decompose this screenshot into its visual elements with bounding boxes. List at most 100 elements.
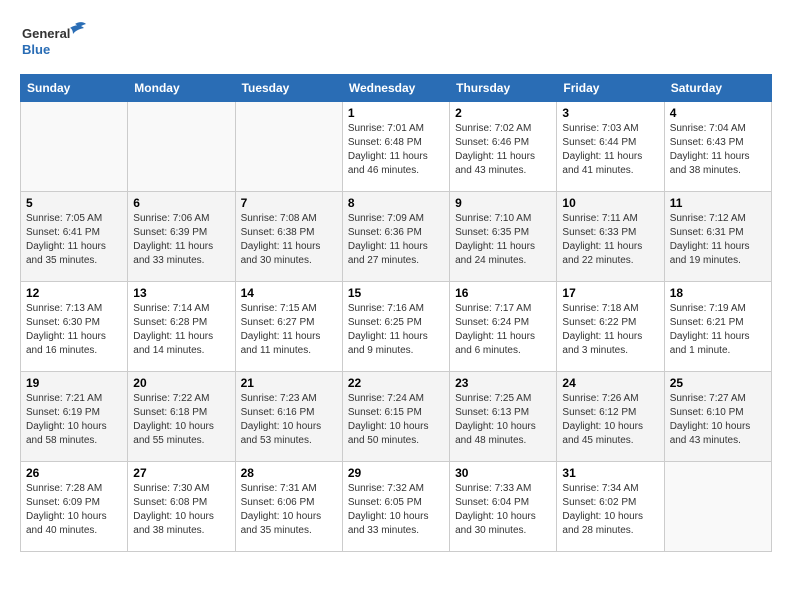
calendar-cell: 29 Sunrise: 7:32 AM Sunset: 6:05 PM Dayli… [342, 462, 449, 552]
day-number: 26 [26, 466, 122, 480]
day-detail: Sunrise: 7:24 AM Sunset: 6:15 PM Dayligh… [348, 392, 444, 448]
day-number: 28 [241, 466, 337, 480]
calendar-cell: 11 Sunrise: 7:12 AM Sunset: 6:31 PM Dayli… [664, 192, 771, 282]
calendar-week-row: 5 Sunrise: 7:05 AM Sunset: 6:41 PM Daylig… [21, 192, 772, 282]
day-number: 24 [562, 376, 658, 390]
day-detail: Sunrise: 7:03 AM Sunset: 6:44 PM Dayligh… [562, 122, 658, 178]
day-number: 12 [26, 286, 122, 300]
day-detail: Sunrise: 7:01 AM Sunset: 6:48 PM Dayligh… [348, 122, 444, 178]
weekday-header-friday: Friday [557, 75, 664, 102]
day-number: 23 [455, 376, 551, 390]
calendar-cell: 6 Sunrise: 7:06 AM Sunset: 6:39 PM Daylig… [128, 192, 235, 282]
day-number: 1 [348, 106, 444, 120]
logo-icon: General Blue [20, 20, 90, 64]
calendar-cell: 10 Sunrise: 7:11 AM Sunset: 6:33 PM Dayli… [557, 192, 664, 282]
calendar-cell: 5 Sunrise: 7:05 AM Sunset: 6:41 PM Daylig… [21, 192, 128, 282]
calendar-cell: 3 Sunrise: 7:03 AM Sunset: 6:44 PM Daylig… [557, 102, 664, 192]
weekday-header-monday: Monday [128, 75, 235, 102]
calendar-week-row: 26 Sunrise: 7:28 AM Sunset: 6:09 PM Dayli… [21, 462, 772, 552]
day-number: 19 [26, 376, 122, 390]
calendar-cell: 25 Sunrise: 7:27 AM Sunset: 6:10 PM Dayli… [664, 372, 771, 462]
day-detail: Sunrise: 7:15 AM Sunset: 6:27 PM Dayligh… [241, 302, 337, 358]
day-detail: Sunrise: 7:11 AM Sunset: 6:33 PM Dayligh… [562, 212, 658, 268]
weekday-header-thursday: Thursday [450, 75, 557, 102]
day-number: 11 [670, 196, 766, 210]
calendar-cell: 18Sunrise: 7:19 AM Sunset: 6:21 PM Dayli… [664, 282, 771, 372]
day-number: 22 [348, 376, 444, 390]
calendar-cell: 12 Sunrise: 7:13 AM Sunset: 6:30 PM Dayli… [21, 282, 128, 372]
day-number: 10 [562, 196, 658, 210]
day-detail: Sunrise: 7:13 AM Sunset: 6:30 PM Dayligh… [26, 302, 122, 358]
day-number: 15 [348, 286, 444, 300]
calendar-cell [21, 102, 128, 192]
day-detail: Sunrise: 7:30 AM Sunset: 6:08 PM Dayligh… [133, 482, 229, 538]
calendar-cell: 1 Sunrise: 7:01 AM Sunset: 6:48 PM Daylig… [342, 102, 449, 192]
calendar-cell [128, 102, 235, 192]
day-number: 3 [562, 106, 658, 120]
calendar-week-row: 1 Sunrise: 7:01 AM Sunset: 6:48 PM Daylig… [21, 102, 772, 192]
day-detail: Sunrise: 7:04 AM Sunset: 6:43 PM Dayligh… [670, 122, 766, 178]
calendar-cell: 17 Sunrise: 7:18 AM Sunset: 6:22 PM Dayli… [557, 282, 664, 372]
day-detail: Sunrise: 7:23 AM Sunset: 6:16 PM Dayligh… [241, 392, 337, 448]
day-detail: Sunrise: 7:27 AM Sunset: 6:10 PM Dayligh… [670, 392, 766, 448]
day-number: 13 [133, 286, 229, 300]
svg-text:General: General [22, 26, 70, 41]
day-detail: Sunrise: 7:06 AM Sunset: 6:39 PM Dayligh… [133, 212, 229, 268]
day-detail: Sunrise: 7:22 AM Sunset: 6:18 PM Dayligh… [133, 392, 229, 448]
weekday-header-sunday: Sunday [21, 75, 128, 102]
day-detail: Sunrise: 7:05 AM Sunset: 6:41 PM Dayligh… [26, 212, 122, 268]
logo: General Blue [20, 20, 90, 64]
day-detail: Sunrise: 7:18 AM Sunset: 6:22 PM Dayligh… [562, 302, 658, 358]
calendar-cell: 9 Sunrise: 7:10 AM Sunset: 6:35 PM Daylig… [450, 192, 557, 282]
calendar-cell: 30 Sunrise: 7:33 AM Sunset: 6:04 PM Dayli… [450, 462, 557, 552]
day-detail: Sunrise: 7:14 AM Sunset: 6:28 PM Dayligh… [133, 302, 229, 358]
calendar-cell: 13 Sunrise: 7:14 AM Sunset: 6:28 PM Dayli… [128, 282, 235, 372]
day-number: 29 [348, 466, 444, 480]
day-number: 31 [562, 466, 658, 480]
day-number: 17 [562, 286, 658, 300]
day-detail: Sunrise: 7:19 AM Sunset: 6:21 PM Dayligh… [670, 302, 766, 358]
weekday-header-saturday: Saturday [664, 75, 771, 102]
day-detail: Sunrise: 7:10 AM Sunset: 6:35 PM Dayligh… [455, 212, 551, 268]
day-detail: Sunrise: 7:33 AM Sunset: 6:04 PM Dayligh… [455, 482, 551, 538]
day-detail: Sunrise: 7:32 AM Sunset: 6:05 PM Dayligh… [348, 482, 444, 538]
day-number: 21 [241, 376, 337, 390]
day-number: 20 [133, 376, 229, 390]
day-detail: Sunrise: 7:34 AM Sunset: 6:02 PM Dayligh… [562, 482, 658, 538]
calendar-cell: 22 Sunrise: 7:24 AM Sunset: 6:15 PM Dayli… [342, 372, 449, 462]
day-number: 5 [26, 196, 122, 210]
calendar-cell: 4 Sunrise: 7:04 AM Sunset: 6:43 PM Daylig… [664, 102, 771, 192]
calendar-cell: 16Sunrise: 7:17 AM Sunset: 6:24 PM Dayli… [450, 282, 557, 372]
day-number: 8 [348, 196, 444, 210]
day-number: 4 [670, 106, 766, 120]
calendar-cell: 24 Sunrise: 7:26 AM Sunset: 6:12 PM Dayli… [557, 372, 664, 462]
weekday-header-wednesday: Wednesday [342, 75, 449, 102]
day-number: 27 [133, 466, 229, 480]
day-detail: Sunrise: 7:28 AM Sunset: 6:09 PM Dayligh… [26, 482, 122, 538]
calendar-cell: 26 Sunrise: 7:28 AM Sunset: 6:09 PM Dayli… [21, 462, 128, 552]
calendar-cell [664, 462, 771, 552]
calendar-cell: 31 Sunrise: 7:34 AM Sunset: 6:02 PM Dayli… [557, 462, 664, 552]
day-number: 9 [455, 196, 551, 210]
day-number: 7 [241, 196, 337, 210]
calendar-cell: 23 Sunrise: 7:25 AM Sunset: 6:13 PM Dayli… [450, 372, 557, 462]
day-detail: Sunrise: 7:08 AM Sunset: 6:38 PM Dayligh… [241, 212, 337, 268]
day-detail: Sunrise: 7:16 AM Sunset: 6:25 PM Dayligh… [348, 302, 444, 358]
calendar-cell: 15 Sunrise: 7:16 AM Sunset: 6:25 PM Dayli… [342, 282, 449, 372]
day-number: 6 [133, 196, 229, 210]
day-detail: Sunrise: 7:26 AM Sunset: 6:12 PM Dayligh… [562, 392, 658, 448]
day-detail: Sunrise: 7:09 AM Sunset: 6:36 PM Dayligh… [348, 212, 444, 268]
calendar-cell: 28Sunrise: 7:31 AM Sunset: 6:06 PM Dayli… [235, 462, 342, 552]
day-detail: Sunrise: 7:02 AM Sunset: 6:46 PM Dayligh… [455, 122, 551, 178]
day-detail: Sunrise: 7:25 AM Sunset: 6:13 PM Dayligh… [455, 392, 551, 448]
day-detail: Sunrise: 7:12 AM Sunset: 6:31 PM Dayligh… [670, 212, 766, 268]
calendar-cell: 27 Sunrise: 7:30 AM Sunset: 6:08 PM Dayli… [128, 462, 235, 552]
day-number: 14 [241, 286, 337, 300]
weekday-header-row: SundayMondayTuesdayWednesdayThursdayFrid… [21, 75, 772, 102]
day-number: 30 [455, 466, 551, 480]
day-number: 2 [455, 106, 551, 120]
day-number: 25 [670, 376, 766, 390]
page-header: General Blue [20, 20, 772, 64]
calendar-cell: 8 Sunrise: 7:09 AM Sunset: 6:36 PM Daylig… [342, 192, 449, 282]
day-detail: Sunrise: 7:17 AM Sunset: 6:24 PM Dayligh… [455, 302, 551, 358]
